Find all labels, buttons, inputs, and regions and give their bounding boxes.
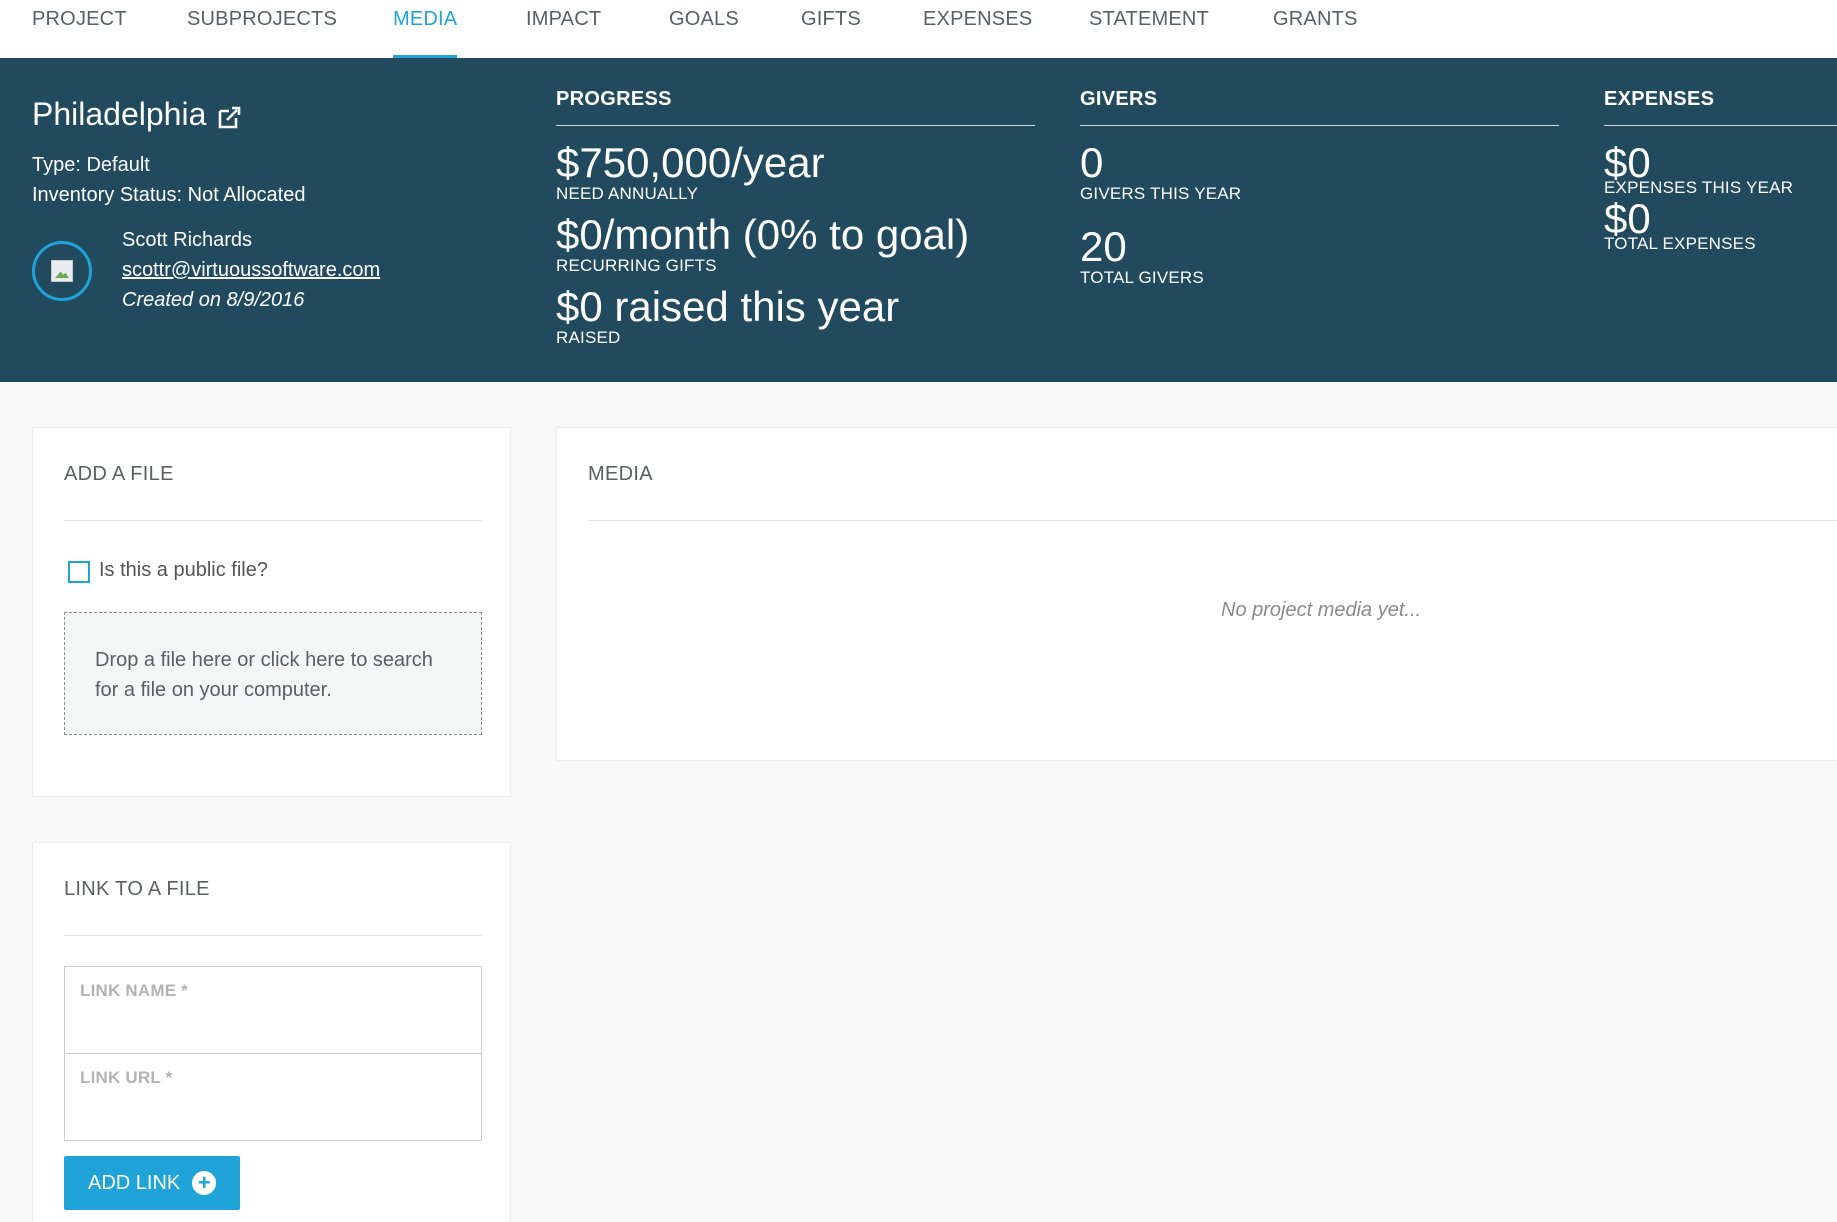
tab-media[interactable]: MEDIA <box>393 8 458 58</box>
need-annually-value: $750,000/year <box>556 139 825 186</box>
project-type: Type: Default <box>32 154 150 176</box>
link-name-label: LINK NAME * <box>80 981 188 1000</box>
project-title-row: Philadelphia <box>32 96 242 133</box>
givers-section: GIVERS 0 GIVERS THIS YEAR 20 TOTAL GIVER… <box>1080 88 1559 288</box>
tab-project[interactable]: PROJECT <box>32 8 127 58</box>
link-url-field[interactable]: LINK URL * <box>64 1053 482 1141</box>
recurring-gifts-value: $0/month (0% to goal) <box>556 211 970 258</box>
givers-this-year-caption: GIVERS THIS YEAR <box>1080 184 1242 203</box>
total-givers-value: 20 <box>1080 223 1127 270</box>
tab-goals[interactable]: GOALS <box>669 8 739 58</box>
created-date: Created on 8/9/2016 <box>122 289 305 311</box>
add-link-label: ADD LINK <box>88 1171 181 1194</box>
divider <box>64 520 482 521</box>
project-name: Philadelphia <box>32 96 207 132</box>
owner-name: Scott Richards <box>122 229 253 251</box>
plus-circle-icon: + <box>192 1171 217 1195</box>
link-file-title: LINK TO A FILE <box>64 878 210 900</box>
tab-subprojects[interactable]: SUBPROJECTS <box>187 8 337 58</box>
public-file-checkbox[interactable] <box>68 561 90 583</box>
tab-statement[interactable]: STATEMENT <box>1089 8 1209 58</box>
add-link-button[interactable]: ADD LINK + <box>64 1156 241 1210</box>
project-header: Philadelphia Type: Default Inventory Sta… <box>0 58 1837 382</box>
add-file-title: ADD A FILE <box>64 463 174 485</box>
expenses-section: EXPENSES $0 EXPENSES THIS YEAR $0 TOTAL … <box>1604 88 1837 254</box>
progress-heading: PROGRESS <box>556 88 1035 126</box>
progress-section: PROGRESS $750,000/year NEED ANNUALLY $0/… <box>556 88 1035 348</box>
add-file-card: ADD A FILE Is this a public file? Drop a… <box>32 427 511 797</box>
broken-image-icon <box>51 260 73 282</box>
inventory-status: Inventory Status: Not Allocated <box>32 184 306 206</box>
owner-email-link[interactable]: scottr@virtuoussoftware.com <box>122 259 380 282</box>
tab-grants[interactable]: GRANTS <box>1273 8 1358 58</box>
divider <box>588 520 1837 521</box>
public-file-label: Is this a public file? <box>99 559 268 581</box>
tab-impact[interactable]: IMPACT <box>526 8 601 58</box>
link-name-field[interactable]: LINK NAME * <box>64 966 482 1054</box>
link-url-label: LINK URL * <box>80 1068 173 1087</box>
divider <box>64 935 482 936</box>
top-navigation: PROJECT SUBPROJECTS MEDIA IMPACT GOALS G… <box>0 0 1837 58</box>
avatar <box>32 241 92 301</box>
tab-expenses[interactable]: EXPENSES <box>923 8 1032 58</box>
recurring-gifts-caption: RECURRING GIFTS <box>556 256 717 275</box>
link-file-card: LINK TO A FILE LINK NAME * LINK URL * AD… <box>32 842 511 1222</box>
total-expenses-caption: TOTAL EXPENSES <box>1604 234 1756 253</box>
media-card: MEDIA No project media yet... <box>556 427 1837 761</box>
media-title: MEDIA <box>588 463 653 485</box>
total-givers-caption: TOTAL GIVERS <box>1080 268 1204 287</box>
expenses-heading: EXPENSES <box>1604 88 1837 126</box>
edit-icon[interactable] <box>216 102 242 128</box>
file-dropzone[interactable]: Drop a file here or click here to search… <box>64 612 482 735</box>
givers-heading: GIVERS <box>1080 88 1559 126</box>
givers-this-year-value: 0 <box>1080 139 1104 186</box>
link-url-input[interactable] <box>80 1104 466 1132</box>
empty-media-message: No project media yet... <box>1221 599 1422 621</box>
raised-value: $0 raised this year <box>556 283 900 330</box>
raised-caption: RAISED <box>556 328 621 347</box>
link-name-input[interactable] <box>80 1017 466 1045</box>
need-annually-caption: NEED ANNUALLY <box>556 184 699 203</box>
tab-gifts[interactable]: GIFTS <box>801 8 861 58</box>
